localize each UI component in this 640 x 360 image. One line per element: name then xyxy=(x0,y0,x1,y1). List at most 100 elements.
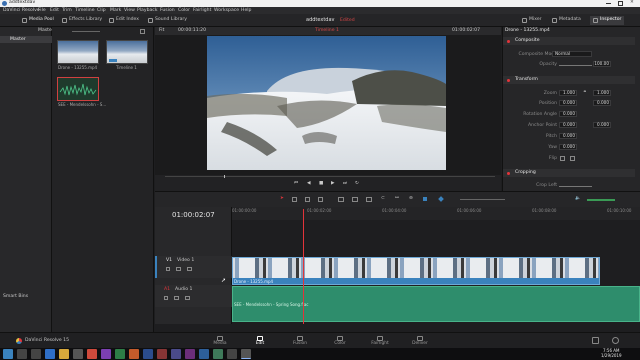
timeline-ruler[interactable]: 01:00:00:00 01:00:02:00 01:00:04:00 01:0… xyxy=(232,207,640,220)
marker-icon[interactable] xyxy=(438,196,444,202)
video-clip[interactable]: Drone - 13255.mp4 xyxy=(232,257,600,285)
linked-selection-icon[interactable]: ⚯ xyxy=(395,196,399,202)
page-color[interactable]: Color xyxy=(325,335,355,348)
app-icon[interactable] xyxy=(101,349,111,359)
menu-file[interactable]: File xyxy=(38,8,46,14)
insert-clip-icon[interactable] xyxy=(338,197,344,202)
section-cropping[interactable]: Cropping xyxy=(503,169,635,177)
app-icon[interactable] xyxy=(185,349,195,359)
composite-enable-icon[interactable] xyxy=(507,39,510,43)
mute-icon[interactable] xyxy=(185,296,190,300)
page-fairlight[interactable]: Fairlight xyxy=(365,335,395,348)
bin-item-master[interactable]: Master xyxy=(0,36,52,43)
menu-davinci[interactable]: DaVinci Resolve xyxy=(3,8,40,14)
app-icon[interactable] xyxy=(227,349,237,359)
audio-volume-icon[interactable]: 🔈 xyxy=(575,196,581,202)
menu-edit[interactable]: Edit xyxy=(50,8,59,14)
flip-horizontal-icon[interactable] xyxy=(560,156,565,161)
metadata-button[interactable]: Metadata xyxy=(552,17,581,24)
skip-start-icon[interactable]: ⏮ xyxy=(294,181,298,187)
skip-end-icon[interactable]: ⏭ xyxy=(343,181,347,187)
blade-tool-icon[interactable] xyxy=(318,197,323,202)
anchor-y-field[interactable]: 0.000 xyxy=(593,122,611,128)
close-icon[interactable]: ✕ xyxy=(630,0,634,6)
app-icon[interactable] xyxy=(213,349,223,359)
playhead[interactable] xyxy=(302,209,304,324)
zoom-x-field[interactable]: 1.000 xyxy=(559,90,577,96)
sound-library-button[interactable]: Sound Library xyxy=(148,17,187,24)
opacity-slider[interactable] xyxy=(559,65,592,66)
davinci-taskbar-icon[interactable] xyxy=(241,349,251,359)
settings-icon[interactable] xyxy=(612,337,619,344)
lock-audio-icon[interactable] xyxy=(164,296,168,300)
trim-tool-icon[interactable] xyxy=(292,197,297,202)
app-icon[interactable] xyxy=(171,349,181,359)
overwrite-clip-icon[interactable] xyxy=(352,197,358,202)
section-transform[interactable]: Transform xyxy=(503,76,635,84)
solo-icon[interactable] xyxy=(174,296,179,300)
position-x-field[interactable]: 0.000 xyxy=(559,100,577,106)
transform-enable-icon[interactable] xyxy=(507,78,510,82)
rotation-field[interactable]: 0.000 xyxy=(559,111,577,117)
menu-timeline[interactable]: Timeline xyxy=(75,8,95,14)
menu-fusion[interactable]: Fusion xyxy=(160,8,175,14)
app-icon[interactable] xyxy=(157,349,167,359)
step-back-icon[interactable]: ◀ xyxy=(307,181,311,187)
inspector-button[interactable]: Inspector xyxy=(590,16,625,25)
menu-clip[interactable]: Clip xyxy=(97,8,106,14)
menu-fairlight[interactable]: Fairlight xyxy=(193,8,211,14)
flag-icon[interactable] xyxy=(423,197,427,201)
page-media[interactable]: Media xyxy=(205,335,235,348)
page-edit[interactable]: Edit xyxy=(245,335,275,348)
menu-mark[interactable]: Mark xyxy=(110,8,121,14)
app-icon[interactable] xyxy=(143,349,153,359)
selection-tool-icon[interactable]: ➤ xyxy=(280,196,284,202)
flip-vertical-icon[interactable] xyxy=(570,156,575,161)
play-icon[interactable]: ▶ xyxy=(331,181,335,187)
menu-workspace[interactable]: Workspace xyxy=(214,8,239,14)
menu-color[interactable]: Color xyxy=(178,8,190,14)
master-volume-slider[interactable] xyxy=(587,199,615,201)
clip-thumb-timeline[interactable] xyxy=(106,40,148,64)
edit-index-button[interactable]: Edit Index xyxy=(109,17,139,24)
scrubber-handle[interactable] xyxy=(224,175,225,178)
mixer-button[interactable]: Mixer xyxy=(522,17,542,24)
link-icon[interactable]: ⚭ xyxy=(583,90,587,96)
app-icon[interactable] xyxy=(129,349,139,359)
task-view-icon[interactable] xyxy=(31,349,41,359)
composite-mode-select[interactable]: Normal xyxy=(552,51,592,57)
anchor-x-field[interactable]: 0.000 xyxy=(559,122,577,128)
clip-thumb-audio[interactable] xyxy=(57,77,99,101)
crop-left-slider[interactable] xyxy=(559,186,592,187)
track-visibility-icon[interactable] xyxy=(187,267,192,271)
page-deliver[interactable]: Deliver xyxy=(405,335,435,348)
snapping-icon[interactable]: ⊂ xyxy=(381,196,385,202)
effects-library-button[interactable]: Effects Library xyxy=(62,17,102,24)
chrome-icon[interactable] xyxy=(87,349,97,359)
position-lock-icon[interactable]: ⊜ xyxy=(409,196,413,202)
auto-select-icon[interactable] xyxy=(176,267,181,271)
menu-help[interactable]: Help xyxy=(241,8,251,14)
taskbar-search-icon[interactable] xyxy=(17,349,27,359)
loop-icon[interactable]: ↻ xyxy=(355,181,359,187)
start-icon[interactable] xyxy=(3,349,13,359)
viewer-zoom[interactable]: Fit xyxy=(159,28,164,34)
page-fusion[interactable]: Fusion xyxy=(285,335,315,348)
timeline-zoom-slider[interactable] xyxy=(460,199,505,200)
zoom-y-field[interactable]: 1.000 xyxy=(593,90,611,96)
pool-zoom-slider[interactable] xyxy=(72,31,100,32)
lock-track-icon[interactable] xyxy=(166,267,170,271)
list-view-icon[interactable] xyxy=(140,29,145,34)
maximize-icon[interactable] xyxy=(618,1,623,6)
store-icon[interactable] xyxy=(73,349,83,359)
minimize-icon[interactable] xyxy=(606,3,611,4)
pitch-field[interactable]: 0.000 xyxy=(559,133,577,139)
media-pool-button[interactable]: Media Pool xyxy=(22,17,54,24)
menu-trim[interactable]: Trim xyxy=(62,8,72,14)
menu-view[interactable]: View xyxy=(124,8,135,14)
clock-date[interactable]: 1/29/2019 xyxy=(601,354,622,358)
project-manager-icon[interactable] xyxy=(592,337,599,344)
dynamic-trim-icon[interactable] xyxy=(305,197,310,202)
cropping-enable-icon[interactable] xyxy=(507,171,510,175)
timeline-name[interactable]: Timeline 1 xyxy=(315,28,339,34)
